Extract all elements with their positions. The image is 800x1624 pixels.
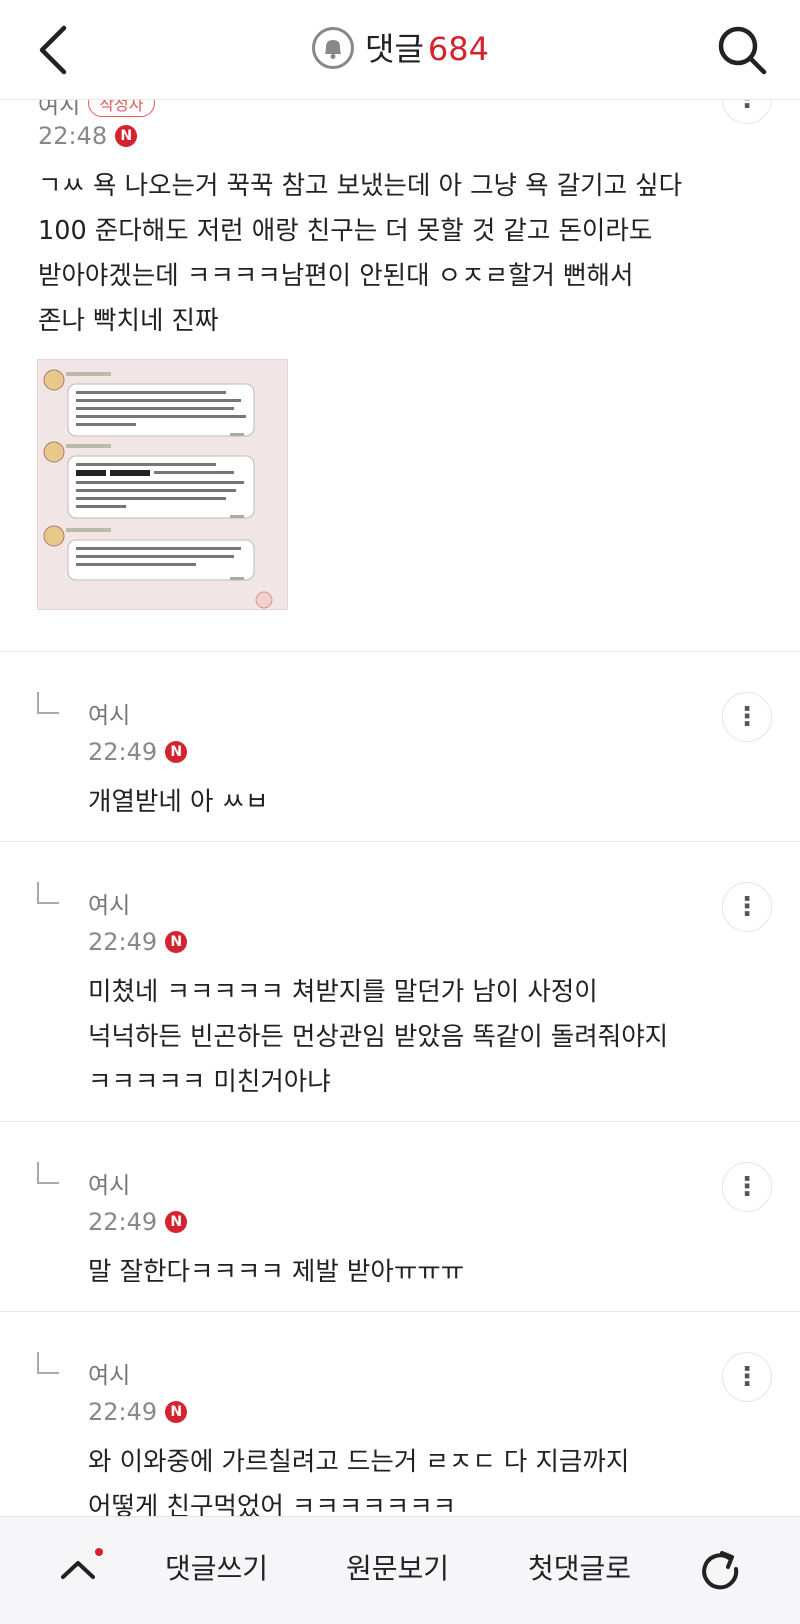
new-badge: N: [165, 741, 188, 763]
comment-text: ㄱㅆ 욕 나오는거 꾹꾹 참고 보냈는데 아 그냥 욕 갈기고 싶다 100 준…: [38, 171, 683, 336]
comment-text: 말 잘한다ㅋㅋㅋㅋ 제발 받아ㅠㅠㅠ: [88, 1257, 465, 1287]
reply-item: 여시 22:49 N 미쳤네 ㅋㅋㅋㅋㅋ 쳐받지를 말던가 남이 사정이 넉넉하…: [0, 842, 800, 1122]
comment-text: 개열받네 아 ㅆㅂ: [88, 787, 269, 817]
more-vertical-icon: ⋮: [734, 892, 760, 922]
new-badge: N: [165, 931, 188, 953]
bell-icon: [312, 27, 355, 69]
comment-author: 여시: [88, 893, 131, 919]
time-row: 22:48 N: [38, 122, 138, 150]
time-row: 22:49 N: [88, 1208, 188, 1236]
refresh-button[interactable]: [696, 1547, 746, 1597]
more-options-button[interactable]: ⋮: [722, 1352, 772, 1402]
search-icon: [718, 26, 767, 75]
comment-text: 미쳤네 ㅋㅋㅋㅋㅋ 쳐받지를 말던가 남이 사정이 넉넉하든 빈곤하든 먼상관임…: [88, 977, 669, 1097]
more-vertical-icon: ⋮: [734, 702, 760, 732]
reply-indent-icon: [37, 1162, 59, 1184]
comment-time: 22:49: [88, 1398, 158, 1426]
write-comment-button[interactable]: 댓글쓰기: [165, 1547, 268, 1591]
comment-author: 여시: [88, 1173, 131, 1199]
search-button[interactable]: [714, 22, 770, 78]
time-row: 22:49 N: [88, 738, 188, 766]
bottom-action-bar: 댓글쓰기 원문보기 첫댓글로: [0, 1516, 800, 1624]
comment-time: 22:49: [88, 1208, 158, 1236]
notification-bell-button[interactable]: [311, 26, 355, 70]
attached-image[interactable]: [37, 359, 288, 610]
first-comment-button[interactable]: 첫댓글로: [528, 1547, 631, 1591]
comment-author: 여시: [88, 1363, 131, 1389]
top-bar: 댓글 684: [0, 0, 800, 100]
reply-indent-icon: [37, 1352, 59, 1374]
reply-indent-icon: [37, 882, 59, 904]
reply-item: 여시 22:49 N 와 이와중에 가르칠려고 드는거 ㄹㅈㄷ 다 지금까지 어…: [0, 1312, 800, 1516]
more-vertical-icon: ⋮: [734, 1172, 760, 1202]
comment-time: 22:49: [88, 738, 158, 766]
page-title: 댓글 684: [0, 27, 800, 73]
new-badge: N: [115, 125, 138, 147]
more-options-button[interactable]: ⋮: [722, 1162, 772, 1212]
view-original-button[interactable]: 원문보기: [346, 1547, 449, 1591]
reply-indent-icon: [37, 692, 59, 714]
reply-item: 여시 22:49 N 개열받네 아 ㅆㅂ ⋮: [0, 652, 800, 842]
title-label: 댓글: [365, 30, 424, 68]
comment-time: 22:49: [88, 928, 158, 956]
time-row: 22:49 N: [88, 1398, 188, 1426]
reply-item: 여시 22:49 N 말 잘한다ㅋㅋㅋㅋ 제발 받아ㅠㅠㅠ ⋮: [0, 1122, 800, 1312]
time-row: 22:49 N: [88, 928, 188, 956]
new-badge: N: [165, 1401, 188, 1423]
comment-author: 여시: [88, 703, 131, 729]
comment-list: 여시 작성자 22:48 N ㄱㅆ 욕 나오는거 꾹꾹 참고 보냈는데 아 그냥…: [0, 86, 800, 1516]
comment-text: 와 이와중에 가르칠려고 드는거 ㄹㅈㄷ 다 지금까지 어떻게 친구먹었어 ㅋㅋ…: [88, 1447, 630, 1516]
comment-item: 여시 작성자 22:48 N ㄱㅆ 욕 나오는거 꾹꾹 참고 보냈는데 아 그냥…: [0, 86, 800, 652]
more-options-button[interactable]: ⋮: [722, 882, 772, 932]
new-badge: N: [165, 1211, 188, 1233]
comment-count: 684: [427, 30, 489, 68]
more-options-button[interactable]: ⋮: [722, 692, 772, 742]
comment-time: 22:48: [38, 122, 108, 150]
more-vertical-icon: ⋮: [734, 1362, 760, 1392]
chat-screenshot-thumbnail: [38, 360, 287, 609]
notification-dot: [95, 1548, 103, 1556]
refresh-icon: [702, 1551, 739, 1590]
